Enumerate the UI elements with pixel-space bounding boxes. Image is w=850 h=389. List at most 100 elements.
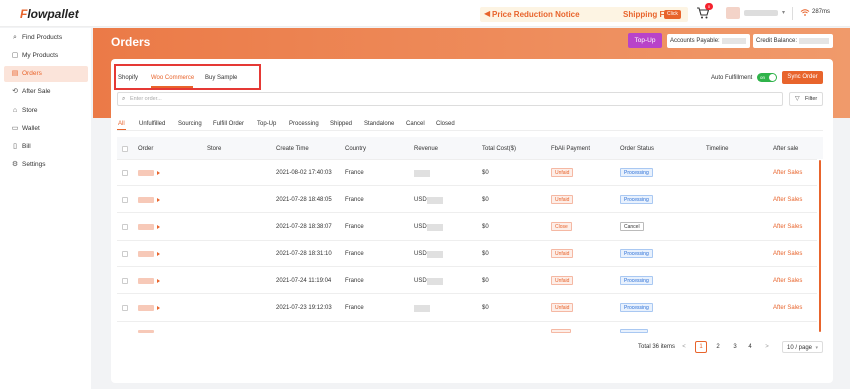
tab-sourcing[interactable]: Sourcing	[178, 120, 202, 128]
row-checkbox[interactable]	[122, 197, 128, 203]
page-2-button[interactable]: 2	[712, 341, 724, 353]
after-sales-link[interactable]: After Sales	[773, 304, 802, 312]
sidebar	[0, 28, 91, 389]
search-input[interactable]	[130, 95, 730, 103]
top-header: Flowpallet ◀ Price Reduction Notice Ship…	[0, 0, 850, 27]
row-checkbox[interactable]	[122, 251, 128, 257]
order-number[interactable]	[138, 278, 154, 284]
country: France	[345, 170, 364, 176]
total-cost: $0	[482, 224, 489, 230]
tab-processing[interactable]: Processing	[289, 120, 319, 128]
search-icon: ⌕	[13, 34, 17, 41]
box-icon: ▢	[11, 52, 19, 59]
order-number[interactable]	[138, 251, 154, 257]
expand-arrow-icon[interactable]	[157, 225, 160, 229]
order-number[interactable]	[138, 224, 154, 230]
after-sale-icon: ⟲	[12, 88, 18, 95]
sidebar-item-after-sale[interactable]: ⟲ After Sale	[4, 84, 88, 100]
sidebar-item-find-products[interactable]: ⌕ Find Products	[4, 30, 88, 46]
page-3-button[interactable]: 3	[729, 341, 741, 353]
app-logo[interactable]: Flowpallet	[20, 7, 79, 21]
expand-arrow-icon[interactable]	[157, 252, 160, 256]
status-badge: Processing	[620, 168, 653, 177]
sidebar-item-store[interactable]: ⌂ Store	[4, 103, 88, 119]
after-sales-link[interactable]: After Sales	[773, 196, 802, 204]
payment-badge	[551, 329, 571, 333]
country: France	[345, 305, 364, 311]
topup-button[interactable]: Top-Up	[628, 33, 662, 48]
search-box[interactable]: ⌕	[117, 92, 783, 106]
tab-buy-sample[interactable]: Buy Sample	[205, 75, 237, 82]
expand-arrow-icon[interactable]	[157, 306, 160, 310]
sidebar-item-orders[interactable]: ▤ Orders	[4, 66, 88, 82]
after-sales-link[interactable]: After Sales	[773, 277, 802, 285]
chevron-down-icon[interactable]: ▾	[782, 9, 785, 16]
wallet-icon: ▭	[11, 125, 19, 132]
tab-cancel[interactable]: Cancel	[406, 120, 425, 128]
row-checkbox[interactable]	[122, 305, 128, 311]
create-time: 2021-07-24 11:19:04	[276, 278, 332, 284]
tab-standalone[interactable]: Standalone	[364, 120, 394, 128]
accounts-payable-value	[722, 38, 746, 44]
tab-all[interactable]: All	[118, 120, 125, 128]
auto-fulfillment-label: Auto Fulfillment	[711, 75, 753, 81]
expand-arrow-icon[interactable]	[157, 198, 160, 202]
tab-woo-commerce[interactable]: Woo Commerce	[151, 75, 194, 82]
column-revenue: Revenue	[414, 146, 439, 152]
row-checkbox[interactable]	[122, 170, 128, 176]
total-cost: $0	[482, 170, 489, 176]
credit-balance-value	[799, 38, 829, 44]
prev-page-button[interactable]: <	[678, 341, 690, 353]
order-number[interactable]	[138, 197, 154, 203]
filter-button[interactable]: ▽ Filter	[789, 92, 823, 106]
notice-click-button[interactable]: Click	[664, 10, 681, 19]
payment-badge: Unfaid	[551, 249, 574, 258]
store-icon: ⌂	[12, 107, 18, 114]
order-number[interactable]	[138, 170, 154, 176]
order-number[interactable]	[138, 330, 154, 333]
row-checkbox[interactable]	[122, 224, 128, 230]
payment-badge: Unfaid	[551, 195, 574, 204]
after-sales-link[interactable]: After Sales	[773, 223, 802, 231]
auto-fulfillment-toggle[interactable]: on	[757, 73, 777, 82]
orders-card	[111, 59, 833, 383]
column-total-cost: Total Cost($)	[482, 146, 517, 152]
revenue: USD	[414, 197, 427, 203]
after-sales-link[interactable]: After Sales	[773, 169, 802, 177]
column-create-time: Create Time	[276, 146, 309, 152]
revenue: USD	[414, 224, 427, 230]
order-number[interactable]	[138, 305, 154, 311]
sidebar-item-my-products[interactable]: ▢ My Products	[4, 48, 88, 64]
sync-order-button[interactable]: Sync Order	[782, 71, 823, 84]
revenue-value	[414, 170, 430, 177]
tab-fulfill-order[interactable]: Fulfill Order	[213, 120, 244, 128]
tab-unfulfilled[interactable]: Unfulfilled	[139, 120, 165, 128]
expand-arrow-icon[interactable]	[157, 171, 160, 175]
tab-top-up[interactable]: Top-Up	[257, 120, 276, 128]
status-badge: Processing	[620, 195, 653, 204]
table-scrollbar[interactable]	[819, 160, 821, 332]
notice-banner[interactable]: ◀ Price Reduction Notice Shipping F Clic…	[480, 7, 688, 22]
status-tabs-divider	[117, 130, 823, 131]
column-payment: FbAli Payment	[551, 146, 591, 152]
sidebar-item-wallet[interactable]: ▭ Wallet	[4, 121, 88, 137]
select-all-checkbox[interactable]	[122, 146, 128, 152]
sidebar-item-settings[interactable]: ⚙ Settings	[4, 157, 88, 173]
tab-shopify[interactable]: Shopify	[118, 75, 138, 82]
tab-shipped[interactable]: Shipped	[330, 120, 352, 128]
column-store: Store	[207, 146, 222, 152]
after-sales-link[interactable]: After Sales	[773, 250, 802, 258]
notice-text: Price Reduction Notice	[492, 10, 580, 19]
next-page-button[interactable]: >	[761, 341, 773, 353]
avatar[interactable]	[726, 7, 740, 19]
page-size-select[interactable]: 10 / page ▾	[782, 341, 823, 353]
row-checkbox[interactable]	[122, 278, 128, 284]
header-divider	[792, 7, 793, 20]
username[interactable]	[744, 10, 778, 16]
expand-arrow-icon[interactable]	[157, 279, 160, 283]
sidebar-item-bill[interactable]: ▯ Bill	[4, 139, 88, 155]
tab-closed[interactable]: Closed	[436, 120, 455, 128]
page-1-button[interactable]: 1	[695, 341, 707, 353]
page-4-button[interactable]: 4	[744, 341, 756, 353]
wifi-icon	[800, 9, 810, 16]
